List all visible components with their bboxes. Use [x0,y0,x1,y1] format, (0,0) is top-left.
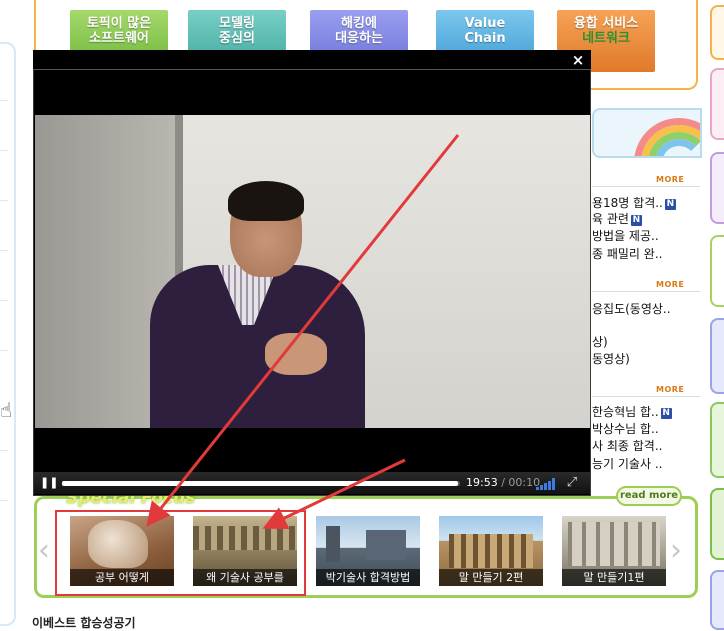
divider [0,350,8,351]
left-sidebar-frame [0,42,16,626]
new-badge: N [664,199,676,210]
tile-line: 소프트웨어 [89,31,149,46]
side-tab[interactable] [710,152,724,224]
annotation-highlight-box [55,510,306,596]
thumbnail-caption: 말 만들기1편 [562,569,666,586]
hand-cursor-icon: ☝ [0,398,13,422]
time-separator: / [497,476,509,489]
colosseum-image [449,534,533,568]
tower-image [326,526,340,562]
fountain-image [568,522,660,566]
more-link[interactable]: MORE [656,385,694,395]
current-time: 19:53 [466,476,498,489]
chevron-left-icon[interactable]: ‹ [38,536,50,566]
chevron-right-icon[interactable]: › [670,536,682,566]
volume-bar [548,481,551,490]
tile-line: Chain [464,31,506,46]
side-tab[interactable] [710,570,724,630]
divider [592,291,700,292]
focus-thumbnail[interactable]: 말 만들기 2편 [439,516,543,586]
focus-thumbnail[interactable]: 말 만들기1편 [562,516,666,586]
volume-bar [552,478,555,490]
news-item[interactable]: 응집도(동영상.. [592,300,700,318]
news-item[interactable]: 동영상) [592,350,700,368]
section-heading: 이베스트 합승성공기 [32,616,136,630]
divider [0,150,8,151]
news-title: 한승혁님 합.. [592,405,659,419]
volume-bar [540,485,543,490]
presenter-hands [265,333,327,375]
seek-bar-progress [62,481,458,486]
volume-icon[interactable] [536,478,556,490]
side-tab[interactable] [710,402,724,478]
news-item[interactable]: 박상수님 합.. [592,420,700,438]
tile-line: 해킹에 [341,16,377,31]
new-badge: N [660,408,672,419]
news-item[interactable]: 육 관련 N [592,210,700,228]
thumbnail-caption: 박기술사 합격방법 [316,569,420,586]
side-tab[interactable] [710,235,724,307]
divider [0,200,8,201]
side-tab[interactable] [710,318,724,394]
news-item[interactable]: 방법을 제공.. [592,227,700,245]
time-display: 19:53 / 00:10 [466,476,540,490]
more-link[interactable]: MORE [656,280,694,290]
tile-line: 대응하는 [335,31,383,46]
thumbnail-caption: 말 만들기 2편 [439,569,543,586]
new-badge: N [630,215,642,226]
volume-bar [536,487,539,490]
divider [592,186,700,187]
divider [0,450,8,451]
close-icon[interactable]: × [570,51,586,69]
pause-icon[interactable]: ❚❚ [40,477,58,489]
read-more-button[interactable]: read more [616,486,682,506]
news-title: 육 관련 [592,212,629,226]
news-item[interactable]: 한승혁님 합.. N [592,403,700,421]
fullscreen-icon[interactable]: ⤢ [565,476,579,490]
divider [0,500,8,501]
news-item[interactable]: 능기 기술사 .. [592,455,700,473]
more-link[interactable]: MORE [656,175,694,185]
side-tab[interactable] [710,5,724,60]
presenter-hair [228,181,304,221]
tile-line: 융합 서비스 [573,16,639,31]
divider [592,396,700,397]
divider [0,300,8,301]
focus-thumbnail[interactable]: 박기술사 합격방법 [316,516,420,586]
volume-bar [544,483,547,490]
side-tab[interactable] [710,488,724,560]
video-frame[interactable] [35,115,590,428]
tile-line: 중심의 [219,31,255,46]
tile-line: Value [464,16,506,31]
tile-line: 네트워크 [582,31,630,46]
news-item[interactable]: 사 최종 합격.. [592,437,700,455]
news-title: 용18명 합격.. [592,196,663,210]
divider [0,100,8,101]
divider [0,250,8,251]
side-tab[interactable] [710,68,724,140]
rainbow-banner[interactable] [592,108,702,158]
news-item[interactable]: 종 패밀리 완.. [592,245,700,263]
building-image [366,530,406,560]
tile-line: 모델링 [219,16,255,31]
tile-line: 토픽이 많은 [86,16,152,31]
modal-header [33,50,591,70]
news-item[interactable]: 상) [592,333,700,351]
